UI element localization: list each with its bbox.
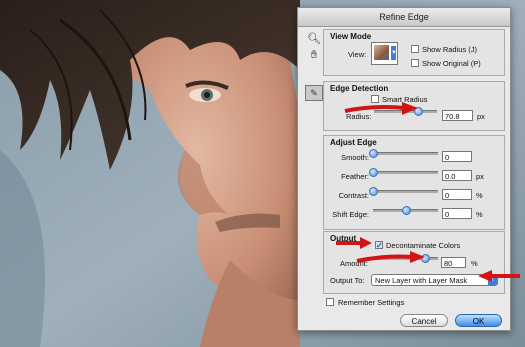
annotation-arrows <box>336 102 520 282</box>
annotation-arrow-decontaminate <box>336 237 372 249</box>
annotation-arrow-radius <box>344 102 418 115</box>
annotation-arrow-output-to <box>478 270 520 282</box>
annotation-arrow-amount <box>356 251 425 263</box>
